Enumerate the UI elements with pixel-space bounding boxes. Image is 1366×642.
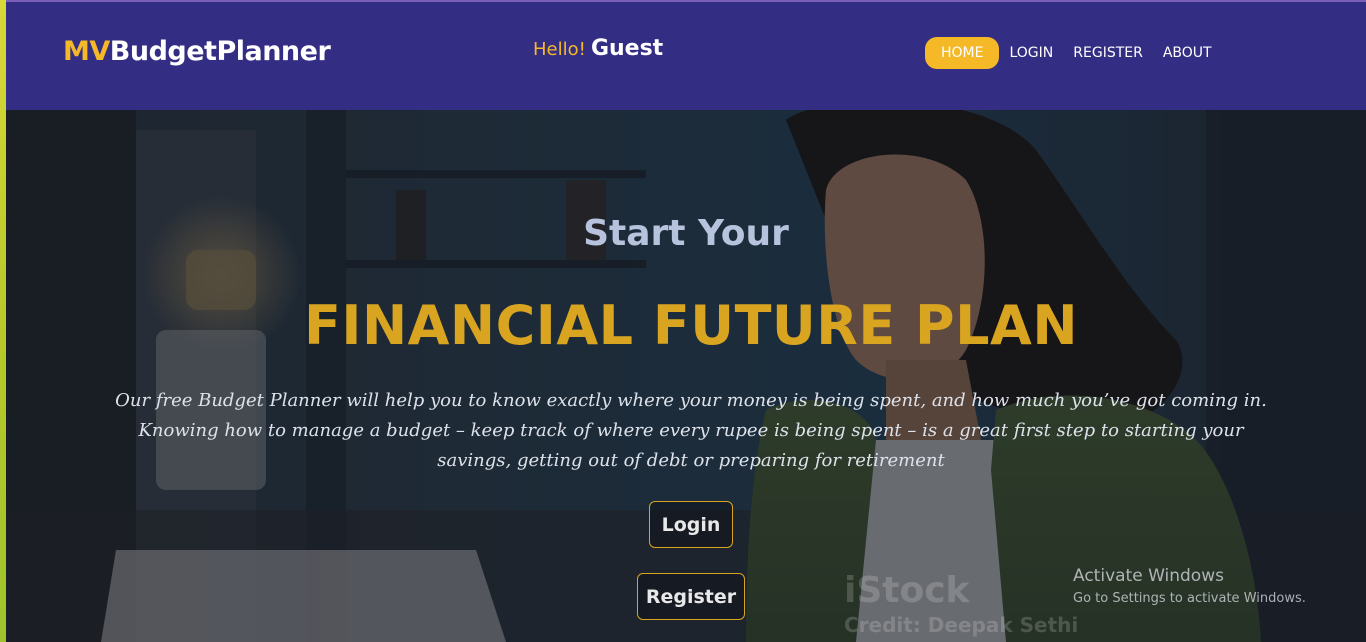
watermark-credit: Credit: Deepak Sethi [844,613,1079,637]
user-greeting: Hello! Guest [533,36,663,61]
left-edge-strip [0,0,6,642]
greeting-hello: Hello! [533,39,586,60]
nav-home[interactable]: HOME [925,37,1000,69]
register-button[interactable]: Register [637,573,745,620]
hero-section: Start Your FINANCIAL FUTURE PLAN Our fre… [6,110,1366,642]
brand-prefix: MV [63,36,110,67]
activate-windows-title: Activate Windows [1073,566,1224,586]
stock-photo-watermark: iStock Credit: Deepak Sethi [844,570,1078,637]
activate-windows-subtitle: Go to Settings to activate Windows. [1073,591,1306,606]
login-button[interactable]: Login [649,501,733,548]
hero-description: Our free Budget Planner will help you to… [115,390,1267,471]
main-nav: HOME LOGIN REGISTER ABOUT [925,37,1222,69]
navbar: MVBudgetPlanner Hello! Guest HOME LOGIN … [6,0,1366,110]
nav-login[interactable]: LOGIN [999,37,1063,69]
brand-logo[interactable]: MVBudgetPlanner [63,36,331,67]
brand-suffix: BudgetPlanner [109,36,331,67]
page: MVBudgetPlanner Hello! Guest HOME LOGIN … [0,0,1366,642]
nav-about[interactable]: ABOUT [1153,37,1222,69]
watermark-logo: iStock [844,570,970,611]
hero-content: Start Your FINANCIAL FUTURE PLAN Our fre… [6,110,1366,642]
greeting-username: Guest [590,36,664,61]
activate-windows-notice: Activate Windows Go to Settings to activ… [1073,566,1306,606]
nav-register[interactable]: REGISTER [1063,37,1153,69]
hero-title: FINANCIAL FUTURE PLAN [303,294,1079,357]
hero-subtitle: Start Your [583,213,789,254]
